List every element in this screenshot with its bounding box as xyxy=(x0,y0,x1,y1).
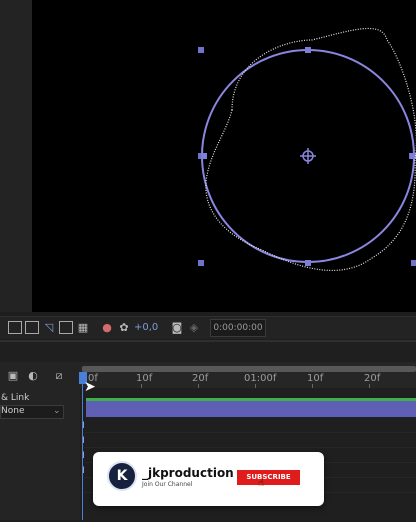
ruler-label: 20f xyxy=(192,373,209,384)
handle-bottom-left xyxy=(198,260,204,266)
transparency-grid-icon[interactable] xyxy=(25,321,39,334)
channel-logo: K xyxy=(107,461,137,491)
show-snapshot-icon[interactable]: ◈ xyxy=(187,321,201,334)
property-row xyxy=(84,433,416,448)
handle-bottom-right xyxy=(411,260,416,266)
hand-cursor-icon: ☝ xyxy=(258,478,265,489)
property-row xyxy=(84,418,416,433)
viewer-toolbar: ◹ ▦ ● ✿ +0,0 ◙ ◈ 0:00:00:00 xyxy=(0,316,416,339)
shape-path-canvas[interactable] xyxy=(32,0,416,312)
work-area-bar[interactable] xyxy=(82,366,416,372)
anchor-point-icon xyxy=(300,148,316,164)
handle-top-left xyxy=(198,47,204,53)
draft-3d-icon[interactable]: ▣ xyxy=(6,369,20,382)
exposure-value[interactable]: +0,0 xyxy=(134,320,158,335)
channels-icon[interactable]: ● xyxy=(100,321,114,334)
ruler-label: 10f xyxy=(136,373,153,384)
mouse-cursor-icon: ➤ xyxy=(84,379,96,395)
subscribe-button[interactable]: SUBSCRIBE xyxy=(237,470,300,485)
channel-name: _jkproduction xyxy=(142,466,234,480)
ruler-label: 10f xyxy=(307,373,324,384)
playhead-line[interactable] xyxy=(82,384,83,520)
safe-zones-icon[interactable] xyxy=(59,321,73,334)
parent-dropdown[interactable]: None ⌄ xyxy=(0,405,64,419)
layer-controls-panel: ▣ ◐ ⧄ & Link None ⌄ xyxy=(0,362,80,520)
snapshot-camera-icon[interactable]: ◙ xyxy=(170,321,184,334)
ruler-label: 20f xyxy=(364,373,381,384)
channel-tagline: Join Our Channel xyxy=(142,481,193,488)
ruler-label: 01:00f xyxy=(244,373,277,384)
motion-blur-icon[interactable]: ◐ xyxy=(26,369,40,382)
exposure-reset-icon[interactable]: ✿ xyxy=(117,321,131,334)
region-of-interest-icon[interactable] xyxy=(8,321,22,334)
chevron-down-icon: ⌄ xyxy=(53,406,61,416)
grid-icon[interactable]: ▦ xyxy=(76,321,90,334)
parent-link-label: & Link xyxy=(1,393,30,403)
current-time-display[interactable]: 0:00:00:00 xyxy=(210,319,266,337)
layer-duration-bar[interactable] xyxy=(86,401,416,417)
composition-viewer[interactable] xyxy=(32,0,416,312)
graph-editor-icon[interactable]: ⧄ xyxy=(52,369,66,382)
mask-toggle-icon[interactable]: ◹ xyxy=(42,321,56,334)
